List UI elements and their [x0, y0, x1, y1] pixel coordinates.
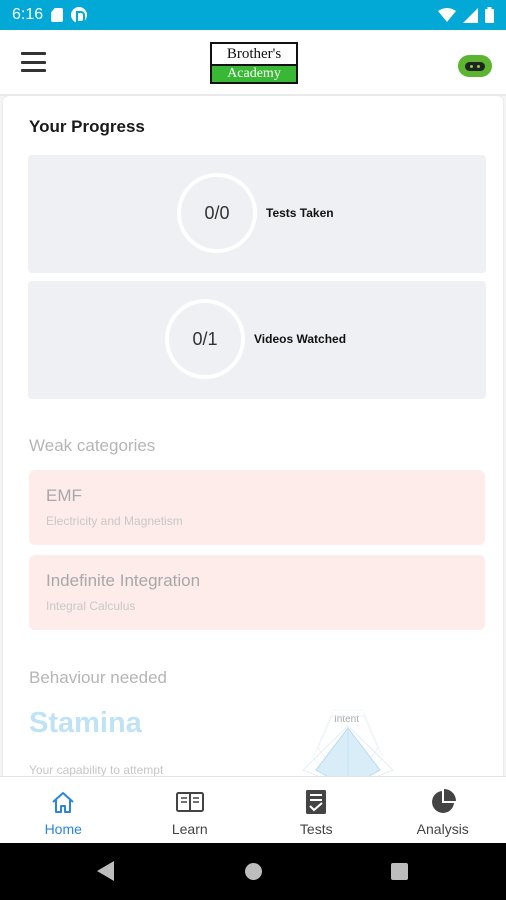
app-bar: Brother's Academy — [0, 30, 506, 96]
main-content[interactable]: Your Progress 0/0 Tests Taken 0/1 Videos… — [0, 96, 506, 776]
weak-category-subject: Electricity and Magnetism — [46, 514, 183, 528]
content-card: Your Progress 0/0 Tests Taken 0/1 Videos… — [3, 96, 503, 776]
back-icon[interactable] — [97, 861, 114, 881]
nav-tests[interactable]: Tests — [253, 777, 380, 843]
bottom-navigation: Home Learn Tests Analysis — [0, 776, 506, 843]
nav-analysis[interactable]: Analysis — [380, 777, 506, 843]
behaviour-needed-title: Behaviour needed — [29, 668, 168, 687]
nav-home-label: Home — [44, 821, 82, 837]
weak-category-name: EMF — [46, 486, 82, 505]
sd-card-icon — [51, 8, 64, 22]
behaviour-description: Your capability to attempt — [29, 763, 164, 776]
system-navigation-bar — [0, 843, 506, 900]
nav-learn[interactable]: Learn — [127, 777, 254, 843]
tests-progress-ring: 0/0 — [177, 173, 257, 253]
videos-watched-label: Videos Watched — [254, 332, 347, 346]
weak-category-card[interactable]: Indefinite Integration Integral Calculus — [29, 555, 485, 630]
logo-text-top: Brother's — [212, 44, 296, 64]
progress-title: Your Progress — [29, 117, 145, 136]
home-circle-icon[interactable] — [245, 863, 262, 880]
p-notification-icon — [71, 7, 88, 23]
book-icon — [175, 788, 204, 816]
logo-text-bottom: Academy — [212, 64, 296, 82]
robot-avatar-icon[interactable] — [458, 55, 492, 77]
videos-watched-card[interactable]: 0/1 Videos Watched — [28, 281, 486, 399]
recent-apps-icon[interactable] — [391, 863, 408, 880]
weak-categories-title: Weak categories — [29, 436, 156, 455]
nav-learn-label: Learn — [171, 821, 208, 837]
nav-tests-label: Tests — [299, 821, 333, 837]
weak-category-subject: Integral Calculus — [46, 599, 136, 613]
tests-icon — [302, 788, 330, 816]
status-time: 6:16 — [12, 6, 44, 23]
brand-logo[interactable]: Brother's Academy — [210, 42, 298, 84]
battery-icon — [485, 7, 494, 23]
behaviour-radar-chart — [302, 709, 394, 776]
nav-home[interactable]: Home — [0, 777, 127, 843]
videos-progress-ring: 0/1 — [165, 299, 245, 379]
weak-category-name: Indefinite Integration — [46, 571, 201, 590]
wifi-icon — [438, 8, 456, 22]
behaviour-headline: Stamina — [29, 707, 142, 739]
hamburger-menu-icon[interactable] — [21, 52, 46, 72]
status-bar: 6:16 — [0, 0, 506, 30]
tests-taken-label: Tests Taken — [266, 206, 334, 220]
home-icon — [49, 788, 77, 816]
signal-icon — [463, 7, 478, 23]
tests-taken-card[interactable]: 0/0 Tests Taken — [28, 155, 486, 273]
weak-category-card[interactable]: EMF Electricity and Magnetism — [29, 470, 485, 545]
nav-analysis-label: Analysis — [416, 821, 469, 837]
pie-chart-icon — [429, 788, 457, 816]
